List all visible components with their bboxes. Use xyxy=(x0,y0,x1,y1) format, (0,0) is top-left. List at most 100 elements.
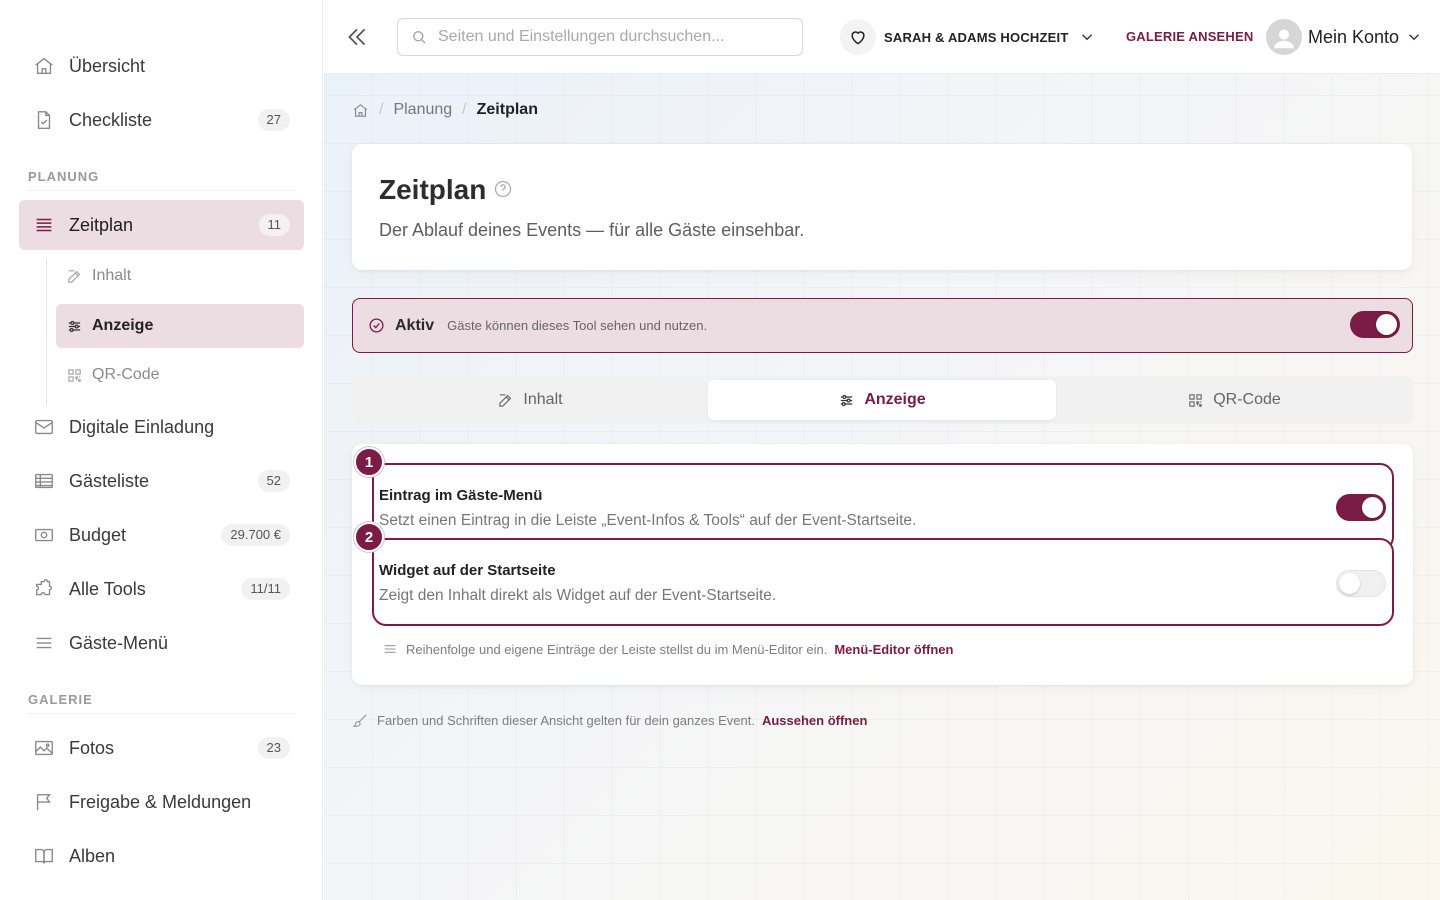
sidebar-item-label: Gästeliste xyxy=(69,470,150,491)
breadcrumb-current: Zeitplan xyxy=(476,101,538,118)
sidebar-item-uebersicht[interactable]: Übersicht xyxy=(19,41,304,91)
tab-label: Inhalt xyxy=(523,391,563,408)
help-icon[interactable] xyxy=(493,179,513,199)
money-bill-icon xyxy=(35,528,53,542)
toggle-knob xyxy=(1376,314,1397,335)
open-book-icon xyxy=(35,848,53,864)
page-header-card: Zeitplan Der Ablauf deines Events — für … xyxy=(352,144,1412,270)
tab-bar: Inhalt Anzeige QR-Code xyxy=(352,376,1413,424)
sidebar-item-label: Fotos xyxy=(69,737,115,758)
count-badge: 52 xyxy=(257,470,290,492)
toggle-knob xyxy=(1339,573,1360,594)
count-badge: 27 xyxy=(257,109,290,131)
display-settings-card: Eintrag im Gäste-Menü Setzt einen Eintra… xyxy=(352,444,1413,685)
top-bar: SARAH & ADAMS HOCHZEIT GALERIE ANSEHEN M… xyxy=(324,0,1440,74)
home-icon[interactable] xyxy=(352,102,369,119)
tool-status-banner: Aktiv Gäste können dieses Tool sehen und… xyxy=(352,298,1413,353)
chevron-down-icon xyxy=(1409,34,1420,41)
budget-badge: 29.700 € xyxy=(221,524,290,546)
event-selector[interactable]: SARAH & ADAMS HOCHZEIT xyxy=(840,19,1096,55)
sidebar-item-label: Alben xyxy=(69,845,116,866)
status-label: Aktiv xyxy=(395,316,435,334)
brush-icon xyxy=(352,714,367,728)
tab-label: Anzeige xyxy=(864,391,926,408)
setting-description: Zeigt den Inhalt direkt als Widget auf d… xyxy=(379,587,777,604)
sidebar-item-alben[interactable]: Alben xyxy=(19,831,304,881)
sidebar: Übersicht Checkliste 27 PLANUNG Zeitplan… xyxy=(0,0,323,900)
guest-menu-entry-toggle[interactable] xyxy=(1336,494,1386,521)
sidebar-item-label: Zeitplan xyxy=(69,214,134,235)
open-appearance-link[interactable]: Aussehen öffnen xyxy=(762,713,867,728)
search-input[interactable] xyxy=(438,28,778,46)
home-icon xyxy=(35,57,53,75)
count-badge: 11 xyxy=(258,214,290,236)
setting-homepage-widget: Widget auf der Startseite Zeigt den Inha… xyxy=(372,538,1394,626)
breadcrumb-separator: / xyxy=(379,101,384,118)
section-label-galerie: GALERIE xyxy=(28,692,93,707)
sidebar-subitem-inhalt[interactable]: Inhalt xyxy=(56,254,304,298)
list-lines-icon xyxy=(36,218,52,232)
checklist-file-icon xyxy=(37,111,51,129)
sidebar-item-label: Digitale Einladung xyxy=(69,416,215,437)
search-icon xyxy=(413,31,426,44)
section-divider xyxy=(28,190,296,191)
qr-code-icon xyxy=(68,368,81,382)
page-subtitle: Der Ablauf deines Events — für alle Gäst… xyxy=(379,220,805,240)
sidebar-item-freigabe-meldungen[interactable]: Freigabe & Meldungen xyxy=(19,777,304,827)
sidebar-subitem-anzeige[interactable]: Anzeige xyxy=(56,304,304,348)
edit-icon xyxy=(499,393,512,407)
sidebar-item-gaeste-menue[interactable]: Gäste-Menü xyxy=(19,618,304,668)
sidebar-item-zeitplan[interactable]: Zeitplan 11 xyxy=(19,200,304,250)
puzzle-icon xyxy=(35,579,52,596)
sidebar-subitem-label: QR-Code xyxy=(92,366,160,383)
sidebar-item-alle-tools[interactable]: Alle Tools 11/11 xyxy=(19,564,304,614)
tab-qr-code[interactable]: QR-Code xyxy=(1060,380,1408,420)
section-label-planung: PLANUNG xyxy=(28,169,100,184)
appearance-hint: Farben und Schriften dieser Ansicht gelt… xyxy=(352,712,867,729)
sidebar-item-digitale-einladung[interactable]: Digitale Einladung xyxy=(19,402,304,452)
table-icon xyxy=(35,473,53,489)
qr-code-icon xyxy=(1189,393,1202,407)
sidebar-item-checkliste[interactable]: Checkliste 27 xyxy=(19,95,304,145)
sidebar-subitem-label: Anzeige xyxy=(92,317,154,334)
main-content: SARAH & ADAMS HOCHZEIT GALERIE ANSEHEN M… xyxy=(324,0,1440,900)
breadcrumb-planung[interactable]: Planung xyxy=(393,101,452,119)
tab-anzeige[interactable]: Anzeige xyxy=(708,380,1056,420)
sidebar-item-gaesteliste[interactable]: Gästeliste 52 xyxy=(19,456,304,506)
menu-hint-text: Reihenfolge und eigene Einträge der Leis… xyxy=(406,641,828,657)
section-divider xyxy=(28,713,296,714)
collapse-sidebar-icon[interactable] xyxy=(344,24,370,50)
search-box xyxy=(397,18,803,56)
setting-description: Setzt einen Eintrag in die Leiste „Event… xyxy=(379,512,917,529)
chevron-down-icon xyxy=(1082,34,1093,41)
homepage-widget-toggle[interactable] xyxy=(1336,570,1386,597)
setting-title: Widget auf der Startseite xyxy=(379,562,556,579)
page-title: Zeitplan xyxy=(379,174,487,205)
heart-icon xyxy=(840,19,876,55)
view-gallery-link[interactable]: GALERIE ANSEHEN xyxy=(1126,29,1253,44)
sidebar-subitem-qr-code[interactable]: QR-Code xyxy=(56,353,304,397)
setting-title: Eintrag im Gäste-Menü xyxy=(379,487,543,504)
image-icon xyxy=(35,740,53,756)
tab-label: QR-Code xyxy=(1213,391,1281,408)
sidebar-item-label: Gäste-Menü xyxy=(69,632,169,653)
submenu-guide-line xyxy=(46,258,47,406)
edit-icon xyxy=(68,269,81,283)
breadcrumb: / Planung / Zeitplan xyxy=(352,101,538,119)
sidebar-item-budget[interactable]: Budget 29.700 € xyxy=(19,510,304,560)
hamburger-menu-icon xyxy=(36,637,52,649)
step-marker-2: 2 xyxy=(354,522,384,552)
account-menu[interactable]: Mein Konto xyxy=(1266,18,1423,56)
sidebar-item-label: Übersicht xyxy=(69,55,146,76)
avatar xyxy=(1266,19,1302,55)
open-menu-editor-link[interactable]: Menü-Editor öffnen xyxy=(834,642,953,657)
hamburger-menu-icon xyxy=(384,645,396,653)
tool-active-toggle[interactable] xyxy=(1350,311,1400,338)
sidebar-item-label: Alle Tools xyxy=(69,578,146,599)
account-label: Mein Konto xyxy=(1308,26,1400,47)
sidebar-item-label: Freigabe & Meldungen xyxy=(69,791,252,812)
sidebar-subitem-label: Inhalt xyxy=(92,267,132,284)
toggle-knob xyxy=(1362,497,1383,518)
tab-inhalt[interactable]: Inhalt xyxy=(356,380,704,420)
sidebar-item-fotos[interactable]: Fotos 23 xyxy=(19,723,304,773)
